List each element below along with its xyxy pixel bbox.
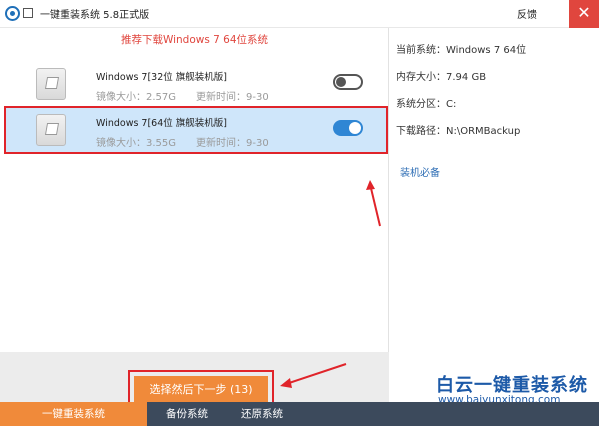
close-button[interactable]: ✕ xyxy=(569,0,599,28)
os-list-item[interactable]: Windows 7[32位 旗舰装机版] 镜像大小：2.57G 更新时间：9-3… xyxy=(6,62,386,108)
toggle-knob xyxy=(336,77,346,87)
disk-icon xyxy=(36,68,66,100)
select-toggle[interactable] xyxy=(333,120,363,136)
os-update-time: 更新时间：9-30 xyxy=(196,92,269,103)
toggle-knob xyxy=(349,122,361,134)
tab-one-click-reinstall[interactable]: 一键重装系统 xyxy=(0,402,147,426)
system-list-panel: 推荐下载Windows 7 64位系统 Windows 7[32位 旗舰装机版]… xyxy=(0,28,389,426)
os-update-time: 更新时间：9-30 xyxy=(196,138,269,149)
os-name: Windows 7[32位 旗舰装机版] xyxy=(96,72,227,83)
app-logo-icon xyxy=(5,6,20,21)
system-info-panel: 当前系统：Windows 7 64位 内存大小：7.94 GB 系统分区：C: … xyxy=(390,28,599,406)
next-step-button[interactable]: 选择然后下一步 (13) xyxy=(134,376,268,404)
feedback-link[interactable]: 反馈 xyxy=(517,6,537,21)
os-image-size: 镜像大小：3.55G xyxy=(96,138,177,149)
title-bar: 一键重装系统 5.8正式版 反馈 ✕ xyxy=(0,0,599,28)
tab-backup-system[interactable]: 备份系统 xyxy=(147,402,227,426)
recommend-text: 推荐下载Windows 7 64位系统 xyxy=(120,34,269,46)
disk-icon xyxy=(36,114,66,146)
bottom-tab-bar: 一键重装系统 备份系统 还原系统 xyxy=(0,402,599,426)
download-path-info: 下载路径：N:\ORMBackup xyxy=(396,126,521,137)
os-name: Windows 7[64位 旗舰装机版] xyxy=(96,118,227,129)
os-image-size: 镜像大小：2.57G xyxy=(96,92,177,103)
menu-icon[interactable] xyxy=(23,8,33,18)
tab-restore-system[interactable]: 还原系统 xyxy=(227,402,297,426)
partition-info: 系统分区：C: xyxy=(396,99,457,110)
essentials-link[interactable]: 装机必备 xyxy=(400,164,440,179)
select-toggle[interactable] xyxy=(333,74,363,90)
current-system-info: 当前系统：Windows 7 64位 xyxy=(396,45,527,56)
os-list-item-selected[interactable]: Windows 7[64位 旗舰装机版] 镜像大小：3.55G 更新时间：9-3… xyxy=(4,106,388,154)
window-title: 一键重装系统 5.8正式版 xyxy=(40,10,150,21)
memory-info: 内存大小：7.94 GB xyxy=(396,72,487,83)
annotation-arrow-icon xyxy=(280,363,347,388)
